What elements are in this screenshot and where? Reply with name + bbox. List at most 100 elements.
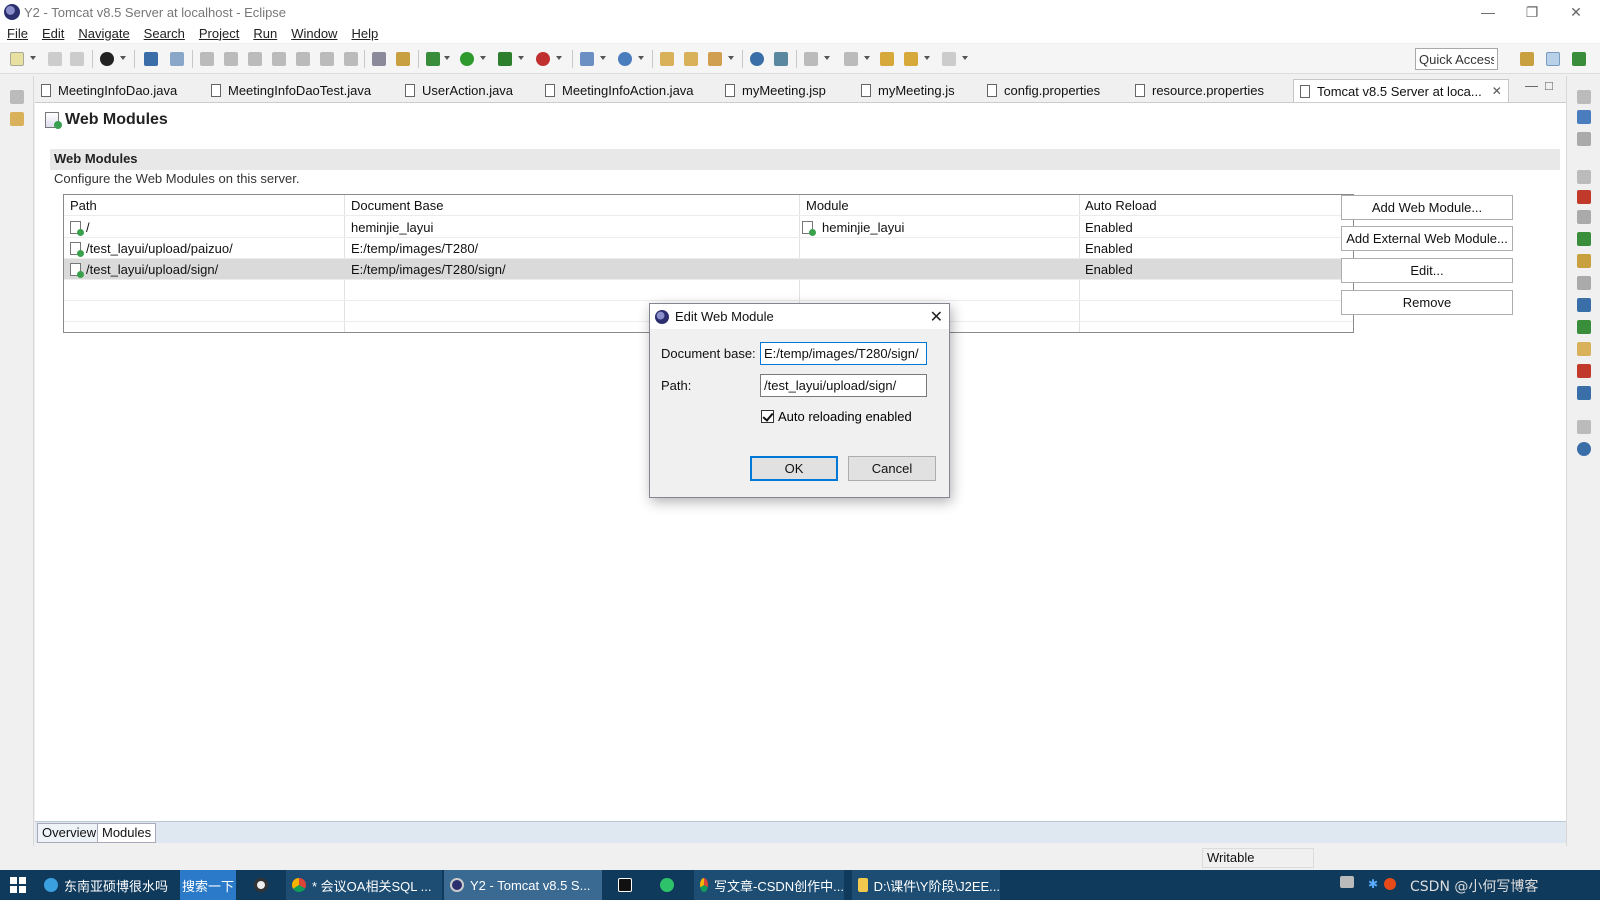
checkbox-checked-icon[interactable] <box>761 410 774 423</box>
table-row[interactable]: / heminjie_layui heminjie_layui Enabled <box>64 217 1353 238</box>
taskbar-ie[interactable]: 东南亚硕博很水吗 <box>40 870 180 900</box>
menu-search[interactable]: Search <box>144 26 185 41</box>
next-annotation-icon[interactable] <box>804 52 818 66</box>
tray-app-icon[interactable] <box>1384 878 1396 890</box>
resume-icon[interactable] <box>200 52 214 66</box>
taskbar-search-button[interactable]: 搜索一下 <box>180 870 236 900</box>
servers-icon[interactable] <box>1577 232 1591 246</box>
debug-icon[interactable] <box>426 52 440 66</box>
new-class-icon[interactable] <box>618 52 632 66</box>
menu-file[interactable]: File <box>7 26 28 41</box>
forward-icon[interactable] <box>942 52 956 66</box>
step-into-icon[interactable] <box>296 52 310 66</box>
suspend-icon[interactable] <box>224 52 238 66</box>
coverage-dropdown-icon[interactable] <box>518 56 524 60</box>
back-icon[interactable] <box>904 52 918 66</box>
data-source-icon[interactable] <box>1577 254 1591 268</box>
step-over-icon[interactable] <box>320 52 334 66</box>
restore-icon[interactable] <box>10 90 24 104</box>
add-external-web-module-button[interactable]: Add External Web Module... <box>1341 226 1513 251</box>
taskbar-intellij[interactable] <box>608 870 642 900</box>
next-annotation-dropdown-icon[interactable] <box>824 56 830 60</box>
console-icon[interactable] <box>144 52 158 66</box>
close-window-button[interactable]: ✕ <box>1556 0 1596 24</box>
new-icon[interactable] <box>10 52 24 66</box>
tab-mymeeting-js[interactable]: myMeeting.js <box>861 79 955 102</box>
back-dropdown-icon[interactable] <box>924 56 930 60</box>
maximize-editor-icon[interactable]: □ <box>1545 78 1553 93</box>
taskbar-eclipse[interactable]: Y2 - Tomcat v8.5 S... <box>444 870 602 900</box>
help-icon[interactable] <box>1577 442 1591 456</box>
prev-annotation-dropdown-icon[interactable] <box>864 56 870 60</box>
debug-view-icon[interactable] <box>1577 386 1591 400</box>
restore-extra-icon[interactable] <box>1577 420 1591 434</box>
package-explorer-icon[interactable] <box>10 112 24 126</box>
search-icon[interactable] <box>708 52 722 66</box>
taskbar-recorder[interactable] <box>246 870 276 900</box>
menu-project[interactable]: Project <box>199 26 239 41</box>
keyboard-icon[interactable] <box>1340 876 1354 888</box>
new-server-dropdown-icon[interactable] <box>600 56 606 60</box>
outline-icon[interactable] <box>1577 110 1591 124</box>
terminate-icon[interactable] <box>248 52 262 66</box>
column-header-auto-reload[interactable]: Auto Reload <box>1085 198 1157 213</box>
restore-button[interactable]: ❐ <box>1512 0 1552 24</box>
minimize-button[interactable]: — <box>1468 0 1508 24</box>
search-view-icon[interactable] <box>1577 342 1591 356</box>
step-return-icon[interactable] <box>344 52 358 66</box>
snippets-icon[interactable] <box>1577 276 1591 290</box>
debug-dropdown-icon[interactable] <box>444 56 450 60</box>
run-icon[interactable] <box>460 52 474 66</box>
add-web-module-button[interactable]: Add Web Module... <box>1341 195 1513 220</box>
menu-navigate[interactable]: Navigate <box>78 26 129 41</box>
quick-access-input[interactable] <box>1415 48 1498 70</box>
tab-modules[interactable]: Modules <box>97 823 157 843</box>
tab-meetinginfoaction[interactable]: MeetingInfoAction.java <box>545 79 694 102</box>
column-header-document-base[interactable]: Document Base <box>351 198 444 213</box>
open-task-icon[interactable] <box>684 52 698 66</box>
external-tools-icon[interactable] <box>536 52 550 66</box>
task-list-icon[interactable] <box>1577 132 1591 146</box>
tab-config-properties[interactable]: config.properties <box>987 79 1100 102</box>
run-config-dropdown-icon[interactable] <box>120 56 126 60</box>
new-server-icon[interactable] <box>580 52 594 66</box>
tab-mymeeting-jsp[interactable]: myMeeting.jsp <box>725 79 826 102</box>
annotation-icon[interactable] <box>774 52 788 66</box>
last-edit-icon[interactable] <box>880 52 894 66</box>
taskbar-explorer[interactable]: D:\课件\Y阶段\J2EE... <box>852 870 1000 900</box>
path-input[interactable] <box>760 374 927 397</box>
new-dropdown-icon[interactable] <box>30 56 36 60</box>
table-row[interactable]: /test_layui/upload/paizuo/ E:/temp/image… <box>64 238 1353 259</box>
bluetooth-icon[interactable]: ✱ <box>1368 877 1378 891</box>
search-dropdown-icon[interactable] <box>728 56 734 60</box>
minimize-editor-icon[interactable]: — <box>1525 78 1538 93</box>
tab-resource-properties[interactable]: resource.properties <box>1135 79 1264 102</box>
open-perspective-icon[interactable] <box>1520 52 1534 66</box>
disconnect-icon[interactable] <box>272 52 286 66</box>
start-button[interactable] <box>0 870 36 900</box>
prev-annotation-icon[interactable] <box>844 52 858 66</box>
column-header-path[interactable]: Path <box>70 198 97 213</box>
forward-dropdown-icon[interactable] <box>962 56 968 60</box>
tab-tomcat-server[interactable]: Tomcat v8.5 Server at loca... ✕ <box>1293 79 1509 102</box>
document-base-input[interactable] <box>760 342 927 365</box>
auto-reload-checkbox[interactable]: Auto reloading enabled <box>761 409 912 424</box>
dialog-close-icon[interactable]: ✕ <box>930 307 943 327</box>
tab-meetinginfodaotest[interactable]: MeetingInfoDaoTest.java <box>211 79 371 102</box>
new-class-dropdown-icon[interactable] <box>638 56 644 60</box>
edit-button[interactable]: Edit... <box>1341 258 1513 283</box>
tab-overview[interactable]: Overview <box>37 823 102 843</box>
open-type-icon[interactable] <box>660 52 674 66</box>
progress-icon[interactable] <box>1577 320 1591 334</box>
menu-edit[interactable]: Edit <box>42 26 64 41</box>
column-header-module[interactable]: Module <box>806 198 849 213</box>
external-tools-dropdown-icon[interactable] <box>556 56 562 60</box>
save-all-icon[interactable] <box>70 52 84 66</box>
ok-button[interactable]: OK <box>750 456 838 481</box>
cancel-button[interactable]: Cancel <box>848 456 936 481</box>
restore-right-icon[interactable] <box>1577 90 1591 104</box>
tab-meetinginfodao[interactable]: MeetingInfoDao.java <box>41 79 177 102</box>
run-config-icon[interactable] <box>100 52 114 66</box>
console-view-icon[interactable] <box>1577 298 1591 312</box>
close-tab-icon[interactable]: ✕ <box>1492 84 1502 98</box>
